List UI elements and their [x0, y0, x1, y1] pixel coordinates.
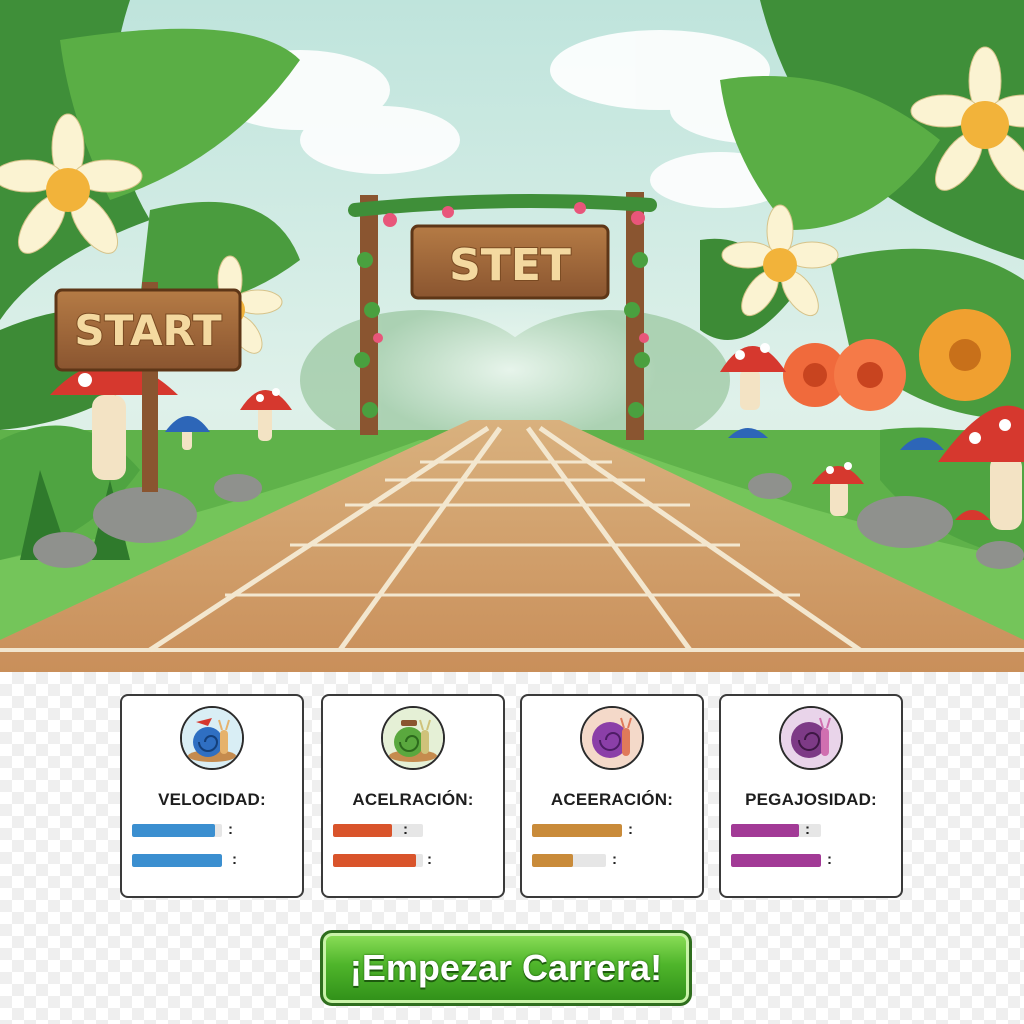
- start-sign-text: START: [74, 306, 222, 355]
- snail-avatar-blue: [180, 706, 244, 770]
- stat-bar-fill: [333, 824, 392, 837]
- snail-card-pegajosidad[interactable]: PEGAJOSIDAD: : :: [719, 694, 903, 898]
- arch-sign-text: STET: [449, 240, 571, 291]
- stat-label: ACEERACIÓN:: [550, 790, 674, 809]
- stat-bar-2: :: [731, 851, 891, 868]
- snail-icon: [383, 708, 443, 768]
- stat-bar-1: :: [532, 821, 692, 838]
- stat-bar-2: :: [532, 851, 692, 868]
- stat-bar-1: :: [132, 821, 292, 838]
- stat-bar-fill: [333, 854, 416, 867]
- snail-icon: [182, 708, 242, 768]
- start-race-button[interactable]: ¡Empezar Carrera!: [320, 930, 692, 1006]
- stat-bar-fill: [532, 824, 622, 837]
- snail-card-velocidad[interactable]: VELOCIDAD: : :: [120, 694, 304, 898]
- snail-icon: [582, 708, 642, 768]
- stat-bar-2: :: [333, 851, 493, 868]
- stat-bar-1: :: [731, 821, 891, 838]
- stat-bar-fill: [731, 854, 821, 867]
- stat-bar-1: :: [333, 821, 493, 838]
- snail-card-aceeracion[interactable]: ACEERACIÓN: : :: [520, 694, 704, 898]
- snail-avatar-green: [381, 706, 445, 770]
- stat-label: ACELRACIÓN:: [352, 790, 474, 809]
- stat-bar-fill: [132, 854, 222, 867]
- snail-icon: [781, 708, 841, 768]
- snail-card-acelracion[interactable]: ACELRACIÓN: : :: [321, 694, 505, 898]
- snail-avatar-orange: [580, 706, 644, 770]
- stat-label: PEGAJOSIDAD:: [745, 790, 877, 809]
- snail-avatar-purple: [779, 706, 843, 770]
- race-track-scene: START STET: [0, 0, 1024, 672]
- stat-bar-fill: [132, 824, 215, 837]
- stat-bar-2: :: [132, 851, 292, 868]
- stat-bar-fill: [731, 824, 799, 837]
- stat-label: VELOCIDAD:: [158, 790, 266, 809]
- stat-bar-fill: [532, 854, 573, 867]
